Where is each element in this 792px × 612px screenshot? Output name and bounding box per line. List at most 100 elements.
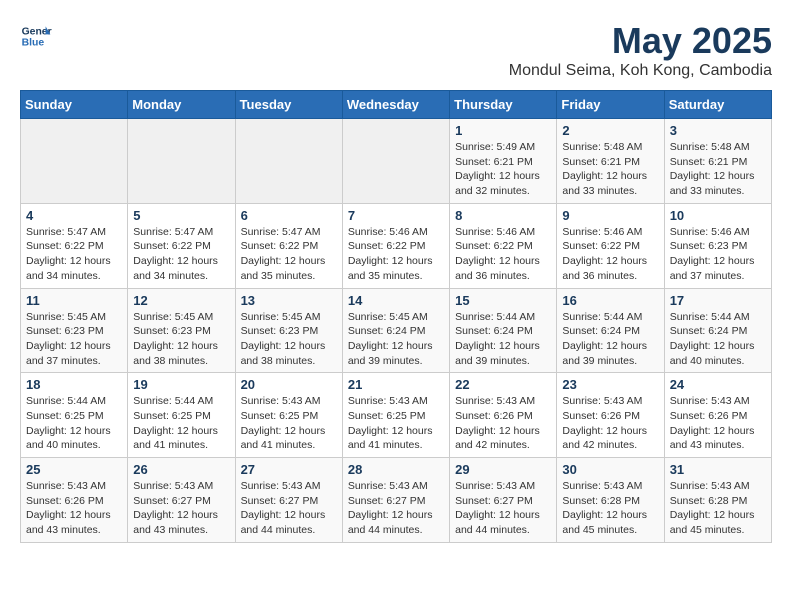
day-info: Sunrise: 5:48 AMSunset: 6:21 PMDaylight:… [562, 140, 658, 199]
calendar-week-row: 18 Sunrise: 5:44 AMSunset: 6:25 PMDayligh… [21, 373, 772, 458]
day-info: Sunrise: 5:43 AMSunset: 6:25 PMDaylight:… [241, 394, 337, 453]
calendar-cell: 18Sunrise: 5:44 AMSunset: 6:25 PMDayligh… [21, 373, 128, 458]
logo: General Blue [20, 20, 52, 52]
calendar-cell: 20 Sunrise: 5:43 AMSunset: 6:25 PMDayligh… [235, 373, 342, 458]
day-info: Sunrise: 5:46 AMSunset: 6:22 PMDaylight:… [455, 225, 551, 284]
calendar-cell: 12 Sunrise: 5:45 AMSunset: 6:23 PMDayligh… [128, 288, 235, 373]
day-number: 11 [26, 293, 122, 308]
day-number: 27 [241, 462, 337, 477]
calendar-cell: 7 Sunrise: 5:46 AMSunset: 6:22 PMDaylight… [342, 203, 449, 288]
day-info: Sunrise: 5:43 AMSunset: 6:27 PMDaylight:… [241, 479, 337, 538]
day-number: 16 [562, 293, 658, 308]
day-number: 12 [133, 293, 229, 308]
calendar-cell: 3 Sunrise: 5:48 AMSunset: 6:21 PMDaylight… [664, 119, 771, 204]
calendar-cell: 28 Sunrise: 5:43 AMSunset: 6:27 PMDayligh… [342, 458, 449, 543]
weekday-header-row: SundayMondayTuesdayWednesdayThursdayFrid… [21, 91, 772, 119]
calendar-cell [235, 119, 342, 204]
logo-icon: General Blue [20, 20, 52, 52]
title-block: May 2025 Mondul Seima, Koh Kong, Cambodi… [509, 20, 772, 80]
page-header: General Blue May 2025 Mondul Seima, Koh … [20, 20, 772, 80]
day-number: 4 [26, 208, 122, 223]
day-number: 1 [455, 123, 551, 138]
calendar-cell: 27 Sunrise: 5:43 AMSunset: 6:27 PMDayligh… [235, 458, 342, 543]
day-info: Sunrise: 5:49 AMSunset: 6:21 PMDaylight:… [455, 140, 551, 199]
day-number: 20 [241, 377, 337, 392]
day-number: 25 [26, 462, 122, 477]
weekday-header-thursday: Thursday [450, 91, 557, 119]
day-number: 14 [348, 293, 444, 308]
day-number: 2 [562, 123, 658, 138]
calendar-week-row: 1 Sunrise: 5:49 AMSunset: 6:21 PMDaylight… [21, 119, 772, 204]
calendar-cell: 25 Sunrise: 5:43 AMSunset: 6:26 PMDayligh… [21, 458, 128, 543]
calendar-cell: 13Sunrise: 5:45 AMSunset: 6:23 PMDayligh… [235, 288, 342, 373]
weekday-header-sunday: Sunday [21, 91, 128, 119]
calendar-cell: 24 Sunrise: 5:43 AMSunset: 6:26 PMDayligh… [664, 373, 771, 458]
weekday-header-friday: Friday [557, 91, 664, 119]
day-info: Sunrise: 5:44 AMSunset: 6:25 PMDaylight:… [133, 394, 229, 453]
calendar-cell: 6Sunrise: 5:47 AMSunset: 6:22 PMDaylight… [235, 203, 342, 288]
day-number: 19 [133, 377, 229, 392]
day-info: Sunrise: 5:43 AMSunset: 6:26 PMDaylight:… [455, 394, 551, 453]
day-number: 13 [241, 293, 337, 308]
day-info: Sunrise: 5:43 AMSunset: 6:25 PMDaylight:… [348, 394, 444, 453]
calendar-week-row: 25 Sunrise: 5:43 AMSunset: 6:26 PMDayligh… [21, 458, 772, 543]
calendar-cell [21, 119, 128, 204]
calendar-cell: 4 Sunrise: 5:47 AMSunset: 6:22 PMDaylight… [21, 203, 128, 288]
day-number: 15 [455, 293, 551, 308]
day-number: 29 [455, 462, 551, 477]
weekday-header-monday: Monday [128, 91, 235, 119]
calendar-cell [342, 119, 449, 204]
day-info: Sunrise: 5:45 AMSunset: 6:23 PMDaylight:… [133, 310, 229, 369]
calendar-cell: 11Sunrise: 5:45 AMSunset: 6:23 PMDayligh… [21, 288, 128, 373]
day-info: Sunrise: 5:47 AMSunset: 6:22 PMDaylight:… [241, 225, 337, 284]
calendar-cell: 14 Sunrise: 5:45 AMSunset: 6:24 PMDayligh… [342, 288, 449, 373]
day-info: Sunrise: 5:43 AMSunset: 6:27 PMDaylight:… [133, 479, 229, 538]
day-info: Sunrise: 5:43 AMSunset: 6:26 PMDaylight:… [26, 479, 122, 538]
svg-text:Blue: Blue [22, 38, 45, 49]
day-info: Sunrise: 5:46 AMSunset: 6:22 PMDaylight:… [348, 225, 444, 284]
calendar-cell: 9Sunrise: 5:46 AMSunset: 6:22 PMDaylight… [557, 203, 664, 288]
day-info: Sunrise: 5:43 AMSunset: 6:28 PMDaylight:… [670, 479, 766, 538]
day-info: Sunrise: 5:43 AMSunset: 6:27 PMDaylight:… [348, 479, 444, 538]
calendar-cell: 15 Sunrise: 5:44 AMSunset: 6:24 PMDayligh… [450, 288, 557, 373]
calendar-cell [128, 119, 235, 204]
calendar-week-row: 4 Sunrise: 5:47 AMSunset: 6:22 PMDaylight… [21, 203, 772, 288]
calendar-title: May 2025 [509, 20, 772, 62]
day-info: Sunrise: 5:43 AMSunset: 6:28 PMDaylight:… [562, 479, 658, 538]
calendar-subtitle: Mondul Seima, Koh Kong, Cambodia [509, 62, 772, 80]
calendar-cell: 23Sunrise: 5:43 AMSunset: 6:26 PMDayligh… [557, 373, 664, 458]
day-info: Sunrise: 5:44 AMSunset: 6:24 PMDaylight:… [455, 310, 551, 369]
weekday-header-wednesday: Wednesday [342, 91, 449, 119]
day-number: 7 [348, 208, 444, 223]
day-number: 18 [26, 377, 122, 392]
calendar-table: SundayMondayTuesdayWednesdayThursdayFrid… [20, 90, 772, 543]
calendar-cell: 22 Sunrise: 5:43 AMSunset: 6:26 PMDayligh… [450, 373, 557, 458]
day-number: 22 [455, 377, 551, 392]
day-info: Sunrise: 5:44 AMSunset: 6:24 PMDaylight:… [562, 310, 658, 369]
calendar-cell: 26 Sunrise: 5:43 AMSunset: 6:27 PMDayligh… [128, 458, 235, 543]
day-number: 24 [670, 377, 766, 392]
calendar-cell: 1 Sunrise: 5:49 AMSunset: 6:21 PMDaylight… [450, 119, 557, 204]
calendar-cell: 19 Sunrise: 5:44 AMSunset: 6:25 PMDayligh… [128, 373, 235, 458]
calendar-cell: 29 Sunrise: 5:43 AMSunset: 6:27 PMDayligh… [450, 458, 557, 543]
calendar-cell: 8Sunrise: 5:46 AMSunset: 6:22 PMDaylight… [450, 203, 557, 288]
day-number: 3 [670, 123, 766, 138]
weekday-header-saturday: Saturday [664, 91, 771, 119]
day-info: Sunrise: 5:43 AMSunset: 6:26 PMDaylight:… [562, 394, 658, 453]
day-number: 31 [670, 462, 766, 477]
day-number: 26 [133, 462, 229, 477]
day-info: Sunrise: 5:43 AMSunset: 6:27 PMDaylight:… [455, 479, 551, 538]
calendar-week-row: 11 Sunrise: 5:45 AMSunset: 6:23 PMDayligh… [21, 288, 772, 373]
weekday-header-tuesday: Tuesday [235, 91, 342, 119]
calendar-cell: 17Sunrise: 5:44 AMSunset: 6:24 PMDayligh… [664, 288, 771, 373]
day-number: 9 [562, 208, 658, 223]
calendar-cell: 10Sunrise: 5:46 AMSunset: 6:23 PMDayligh… [664, 203, 771, 288]
day-info: Sunrise: 5:45 AMSunset: 6:24 PMDaylight:… [348, 310, 444, 369]
day-info: Sunrise: 5:47 AMSunset: 6:22 PMDaylight:… [133, 225, 229, 284]
day-number: 10 [670, 208, 766, 223]
day-number: 28 [348, 462, 444, 477]
day-info: Sunrise: 5:48 AMSunset: 6:21 PMDaylight:… [670, 140, 766, 199]
day-info: Sunrise: 5:43 AMSunset: 6:26 PMDaylight:… [670, 394, 766, 453]
day-info: Sunrise: 5:47 AMSunset: 6:22 PMDaylight:… [26, 225, 122, 284]
calendar-cell: 31 Sunrise: 5:43 AMSunset: 6:28 PMDayligh… [664, 458, 771, 543]
